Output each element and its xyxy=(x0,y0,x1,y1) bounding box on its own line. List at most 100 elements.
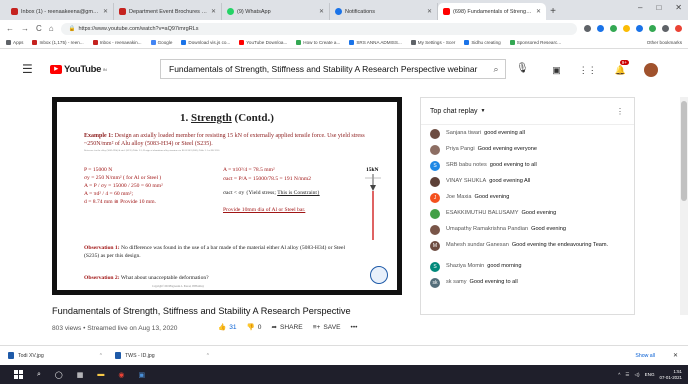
forward-icon[interactable]: → xyxy=(21,24,29,33)
apps-grid-icon[interactable]: ⋮⋮ xyxy=(579,65,597,76)
store-icon[interactable]: ▦ xyxy=(77,371,84,379)
close-downloads-icon[interactable]: ✕ xyxy=(673,352,678,359)
browser-tab-youtube-active[interactable]: (698) Fundamentals of Strength... ✕ xyxy=(438,3,546,20)
download-item[interactable]: Todi XV.jpg ⌃ xyxy=(8,352,103,359)
chat-mode-dropdown[interactable]: Top chat replay xyxy=(430,108,477,115)
close-tab-icon[interactable]: ✕ xyxy=(319,8,324,15)
other-bookmarks-folder[interactable]: Other bookmarks xyxy=(647,40,682,45)
bookmark-item[interactable]: Sidhu creating xyxy=(464,40,501,45)
more-actions-button[interactable]: ••• xyxy=(351,324,358,331)
bookmark-item[interactable]: Inbox (1,175) - reen... xyxy=(32,40,84,45)
chat-author[interactable]: ESAKKIMUTHU BALUSAMY xyxy=(446,210,518,216)
avatar[interactable] xyxy=(644,63,658,77)
chat-avatar[interactable]: sk xyxy=(430,278,440,288)
bookmark-item[interactable]: SRS ANNA ADMISS... xyxy=(349,40,402,45)
share-button[interactable]: ➦ SHARE xyxy=(271,323,302,332)
home-icon[interactable]: ⌂ xyxy=(49,24,54,33)
extension-icon[interactable] xyxy=(636,25,643,32)
reload-icon[interactable]: C xyxy=(36,24,42,33)
bookmark-item[interactable]: How to Create a... xyxy=(296,40,340,45)
new-tab-button[interactable]: + xyxy=(546,3,560,20)
chat-author[interactable]: Joe Maxia xyxy=(446,194,472,200)
bookmark-item[interactable]: Sponsored Researc... xyxy=(509,40,561,45)
chat-avatar[interactable]: M xyxy=(430,241,440,251)
save-button[interactable]: ≡+ SAVE xyxy=(313,324,341,331)
show-all-downloads-link[interactable]: Show all xyxy=(635,353,655,359)
chat-avatar[interactable]: J xyxy=(430,193,440,203)
volume-icon[interactable]: ◁) xyxy=(634,372,639,378)
language-indicator[interactable]: ENG xyxy=(645,372,655,377)
clock[interactable]: 1:51 07-01-2021 xyxy=(660,369,682,379)
file-explorer-icon[interactable]: ▬ xyxy=(97,371,104,378)
extension-icon[interactable] xyxy=(675,25,682,32)
chat-text: good morning xyxy=(487,263,522,269)
chat-avatar[interactable] xyxy=(430,209,440,219)
chat-author[interactable]: sk samy xyxy=(446,279,467,285)
tray-chevron-icon[interactable]: ^ xyxy=(618,372,620,377)
chat-avatar[interactable] xyxy=(430,177,440,187)
chrome-icon[interactable]: ◉ xyxy=(118,371,124,379)
url-field[interactable]: 🔒 https://www.youtube.com/watch?v=aQ97imr… xyxy=(60,22,577,35)
back-icon[interactable]: ← xyxy=(6,24,14,33)
chat-avatar[interactable] xyxy=(430,225,440,235)
bookmark-item[interactable]: Download vis.js co... xyxy=(181,40,230,45)
chevron-down-icon[interactable]: ▼ xyxy=(480,108,485,114)
task-view-icon[interactable]: ◯ xyxy=(55,371,63,379)
notifications-bell-icon[interactable]: 🔔 9+ xyxy=(615,59,629,76)
close-tab-icon[interactable]: ✕ xyxy=(211,8,216,15)
bookmark-item[interactable]: My Settings - Scer xyxy=(410,40,455,45)
page-scrollbar[interactable] xyxy=(680,97,688,315)
chat-author[interactable]: Priya Pangi xyxy=(446,146,475,152)
chat-author[interactable]: Umapathy Ramakrishna Pandian xyxy=(446,226,528,232)
search-icon[interactable]: ⌕ xyxy=(37,371,41,379)
video-player[interactable]: 1. Strength (Contd.) Example 1: Design a… xyxy=(52,97,402,295)
chat-author[interactable]: SRB babu notes xyxy=(446,162,487,168)
windows-start-icon[interactable] xyxy=(14,370,23,379)
search-box[interactable]: Fundamentals of Strength, Stiffness and … xyxy=(160,59,506,79)
menu-icon[interactable]: ☰ xyxy=(22,62,42,76)
like-button[interactable]: 👍 31 xyxy=(218,323,237,332)
extension-icon[interactable] xyxy=(662,25,669,32)
chat-avatar[interactable] xyxy=(430,129,440,139)
browser-tab-gmail[interactable]: Inbox (1) - reenaakeena@gmail.c ✕ xyxy=(6,3,114,20)
browser-tab-brochures[interactable]: Department Event Brochures - Pr ✕ xyxy=(114,3,222,20)
extension-icon[interactable] xyxy=(610,25,617,32)
close-tab-icon[interactable]: ✕ xyxy=(427,8,432,15)
close-tab-icon[interactable]: ✕ xyxy=(103,8,108,15)
browser-tab-notifications[interactable]: Notifications ✕ xyxy=(330,3,438,20)
maximize-icon[interactable]: □ xyxy=(656,3,661,12)
minimize-icon[interactable]: – xyxy=(638,3,642,12)
extension-icon[interactable] xyxy=(623,25,630,32)
chat-author[interactable]: Mahesh sundar Ganesan xyxy=(446,242,509,248)
create-video-icon[interactable]: ▣ xyxy=(552,65,561,76)
dislike-button[interactable]: 👎 0 xyxy=(247,323,262,332)
chat-author[interactable]: Shaziya Momin xyxy=(446,263,484,269)
extension-icon[interactable] xyxy=(649,25,656,32)
chat-avatar[interactable] xyxy=(430,145,440,155)
close-tab-icon[interactable]: ✕ xyxy=(536,8,541,15)
bookmark-favicon-icon xyxy=(410,40,416,45)
scrollbar-thumb[interactable] xyxy=(681,101,687,201)
extension-icon[interactable] xyxy=(584,25,591,32)
chat-more-icon[interactable]: ⋮ xyxy=(616,107,624,116)
bookmark-item[interactable]: YouTube Downloa... xyxy=(239,40,287,45)
chevron-up-icon[interactable]: ⌃ xyxy=(206,353,210,359)
youtube-logo[interactable]: ▶ YouTube IN xyxy=(50,64,107,75)
bookmark-item[interactable]: Google xyxy=(150,40,172,45)
search-input[interactable]: Fundamentals of Strength, Stiffness and … xyxy=(161,64,487,74)
photos-icon[interactable]: ▣ xyxy=(139,371,146,379)
bookmark-item[interactable]: Inbox - reenaeakin... xyxy=(92,40,142,45)
chat-avatar[interactable]: S xyxy=(430,161,440,171)
search-icon[interactable]: ⌕ xyxy=(487,64,505,75)
close-window-icon[interactable]: ✕ xyxy=(675,3,682,12)
network-icon[interactable]: ☰ xyxy=(625,372,629,378)
chat-avatar[interactable]: S xyxy=(430,262,440,272)
browser-tab-whatsapp[interactable]: (9) WhatsApp ✕ xyxy=(222,3,330,20)
download-item[interactable]: TWS - ID.jpg ⌃ xyxy=(115,352,210,359)
chevron-up-icon[interactable]: ⌃ xyxy=(99,353,103,359)
chat-author[interactable]: VINAY SHUKLA xyxy=(446,178,486,184)
bookmark-item[interactable]: Apps xyxy=(6,40,23,45)
microphone-icon[interactable]: 🎙 xyxy=(516,63,529,74)
chat-author[interactable]: Sanjana tiwari xyxy=(446,130,481,136)
extension-icon[interactable] xyxy=(597,25,604,32)
